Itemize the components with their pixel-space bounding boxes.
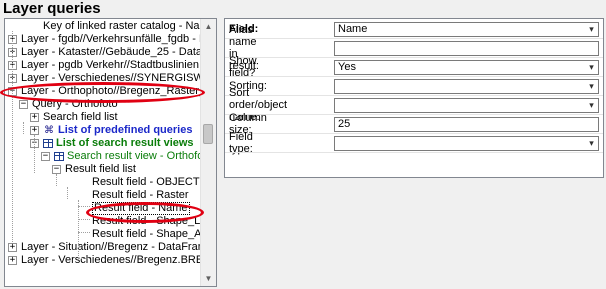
tree-connector-line xyxy=(23,122,24,134)
expand-icon[interactable]: + xyxy=(8,243,17,252)
tree-node-label: Search field list xyxy=(43,111,118,123)
tree-node[interactable]: +Layer - fgdb//Verkehrsunfälle_fgdb - Da… xyxy=(8,33,203,46)
tree-connector-line xyxy=(12,31,13,242)
collapse-icon[interactable]: − xyxy=(52,165,61,174)
expand-icon[interactable]: + xyxy=(30,126,39,135)
collapse-icon[interactable]: − xyxy=(41,152,50,161)
tree-node-label: Layer - Verschiedenes//Bregenz.BREGENZ xyxy=(21,254,203,266)
tree-node-label: Layer - Situation//Bregenz - DataFrame1 … xyxy=(21,241,203,253)
tree-node[interactable]: − Search result view - Orthofoto xyxy=(41,150,203,163)
tree-node[interactable]: − List of search result views xyxy=(30,137,194,150)
tree-connector-line xyxy=(78,258,90,259)
tree-node-label: Layer - Kataster//Gebäude_25 - DataFrame xyxy=(21,46,203,58)
tree-node[interactable]: − Query - Orthofoto xyxy=(19,98,118,111)
field-type-select[interactable] xyxy=(334,135,599,151)
sorting-select[interactable] xyxy=(334,78,599,94)
column-size-input[interactable]: 25 xyxy=(334,116,599,132)
tree-connector-line xyxy=(56,174,57,186)
expand-icon[interactable]: + xyxy=(8,256,17,265)
tree-connector-line xyxy=(67,187,68,199)
tree-node[interactable]: +Layer - Verschiedenes//SYNERGISWEB.Fe xyxy=(8,72,203,85)
tree-node-label: Result field - Shape_Length xyxy=(92,215,203,227)
tree-node-label: List of predefined queries xyxy=(58,124,193,136)
tree-node[interactable]: − Result field list xyxy=(52,163,136,176)
expand-icon[interactable]: + xyxy=(30,113,39,122)
tree-node[interactable]: + Layer - Situation//Bregenz - DataFrame1… xyxy=(8,241,203,254)
tree-node-label: Layer - Verschiedenes//SYNERGISWEB.Fe xyxy=(21,72,203,84)
tree-node-label: Result field list xyxy=(65,163,136,175)
tree-node-label: Result field - Raster xyxy=(92,189,189,201)
tree-node[interactable]: −Layer - Orthophoto//Bregenz_Raster_Umge… xyxy=(8,85,203,98)
tree-node-label: Search result view - Orthofoto xyxy=(67,150,203,162)
tree-connector-line xyxy=(78,245,90,246)
tree-scrollbar[interactable]: ▲ ▼ xyxy=(200,19,216,286)
tree-node[interactable]: +Layer - Kataster//Gebäude_25 - DataFram… xyxy=(8,46,203,59)
table-grid-icon xyxy=(54,152,64,161)
tree-node[interactable]: Result field - OBJECTID xyxy=(92,176,203,189)
panel-splitter[interactable] xyxy=(217,18,223,289)
tree-node[interactable]: Result field - Raster xyxy=(92,189,189,202)
show-field-select[interactable]: Yes xyxy=(334,59,599,75)
tree-node-label: Result field - OBJECTID xyxy=(92,176,203,188)
layer-tree[interactable]: Key of linked raster catalog - Name - At… xyxy=(5,19,203,286)
collapse-icon[interactable]: − xyxy=(19,100,28,109)
scroll-up-button[interactable]: ▲ xyxy=(201,19,216,34)
empty-area xyxy=(224,178,604,289)
field-select[interactable]: Name xyxy=(334,21,599,37)
tree-node[interactable]: + ⌘ List of predefined queries xyxy=(30,124,192,137)
sort-order-select[interactable] xyxy=(334,97,599,113)
properties-grid: Field: Name Alias name in result: Show f… xyxy=(224,18,604,178)
tree-connector-line xyxy=(78,206,90,207)
tree-node-label: Layer - fgdb//Verkehrsunfälle_fgdb - Dat… xyxy=(21,33,203,45)
panel-title: Layer queries xyxy=(3,0,101,17)
tree-node[interactable]: + Search field list xyxy=(30,111,118,124)
tree-node-label: Result field - Shape_Area xyxy=(92,228,203,240)
tree-node-label: Layer - Orthophoto//Bregenz_Raster_Umgeb… xyxy=(21,85,203,97)
alias-input[interactable] xyxy=(334,40,599,56)
table-grid-icon xyxy=(43,139,53,148)
tree-node-label: Result field - Name xyxy=(92,202,190,215)
tree-node[interactable]: Key of linked raster catalog - Name - At… xyxy=(43,20,203,33)
tree-node-label: Key of linked raster catalog - Name - At… xyxy=(43,20,203,32)
scroll-thumb[interactable] xyxy=(203,124,213,144)
tree-node[interactable]: Result field - Name xyxy=(92,202,190,215)
tree-node[interactable]: + Layer - Verschiedenes//Bregenz.BREGENZ xyxy=(8,254,203,267)
binoculars-icon: ⌘ xyxy=(44,125,54,136)
tree-node[interactable]: +Layer - pgdb Verkehr//Stadtbuslinien - … xyxy=(8,59,203,72)
tree-connector-line xyxy=(78,219,90,220)
tree-node[interactable]: Result field - Shape_Length xyxy=(92,215,203,228)
tree-node[interactable]: Result field - Shape_Area xyxy=(92,228,203,241)
tree-node-label: List of search result views xyxy=(56,137,194,149)
tree-connector-line xyxy=(78,232,90,233)
tree-node-label: Layer - pgdb Verkehr//Stadtbuslinien - D… xyxy=(21,59,203,71)
scroll-down-button[interactable]: ▼ xyxy=(201,271,216,286)
tree-node-label: Query - Orthofoto xyxy=(32,98,118,110)
tree-connector-line xyxy=(78,200,79,258)
tree-connector-line xyxy=(34,135,35,173)
layer-tree-panel[interactable]: Key of linked raster catalog - Name - At… xyxy=(4,18,217,287)
